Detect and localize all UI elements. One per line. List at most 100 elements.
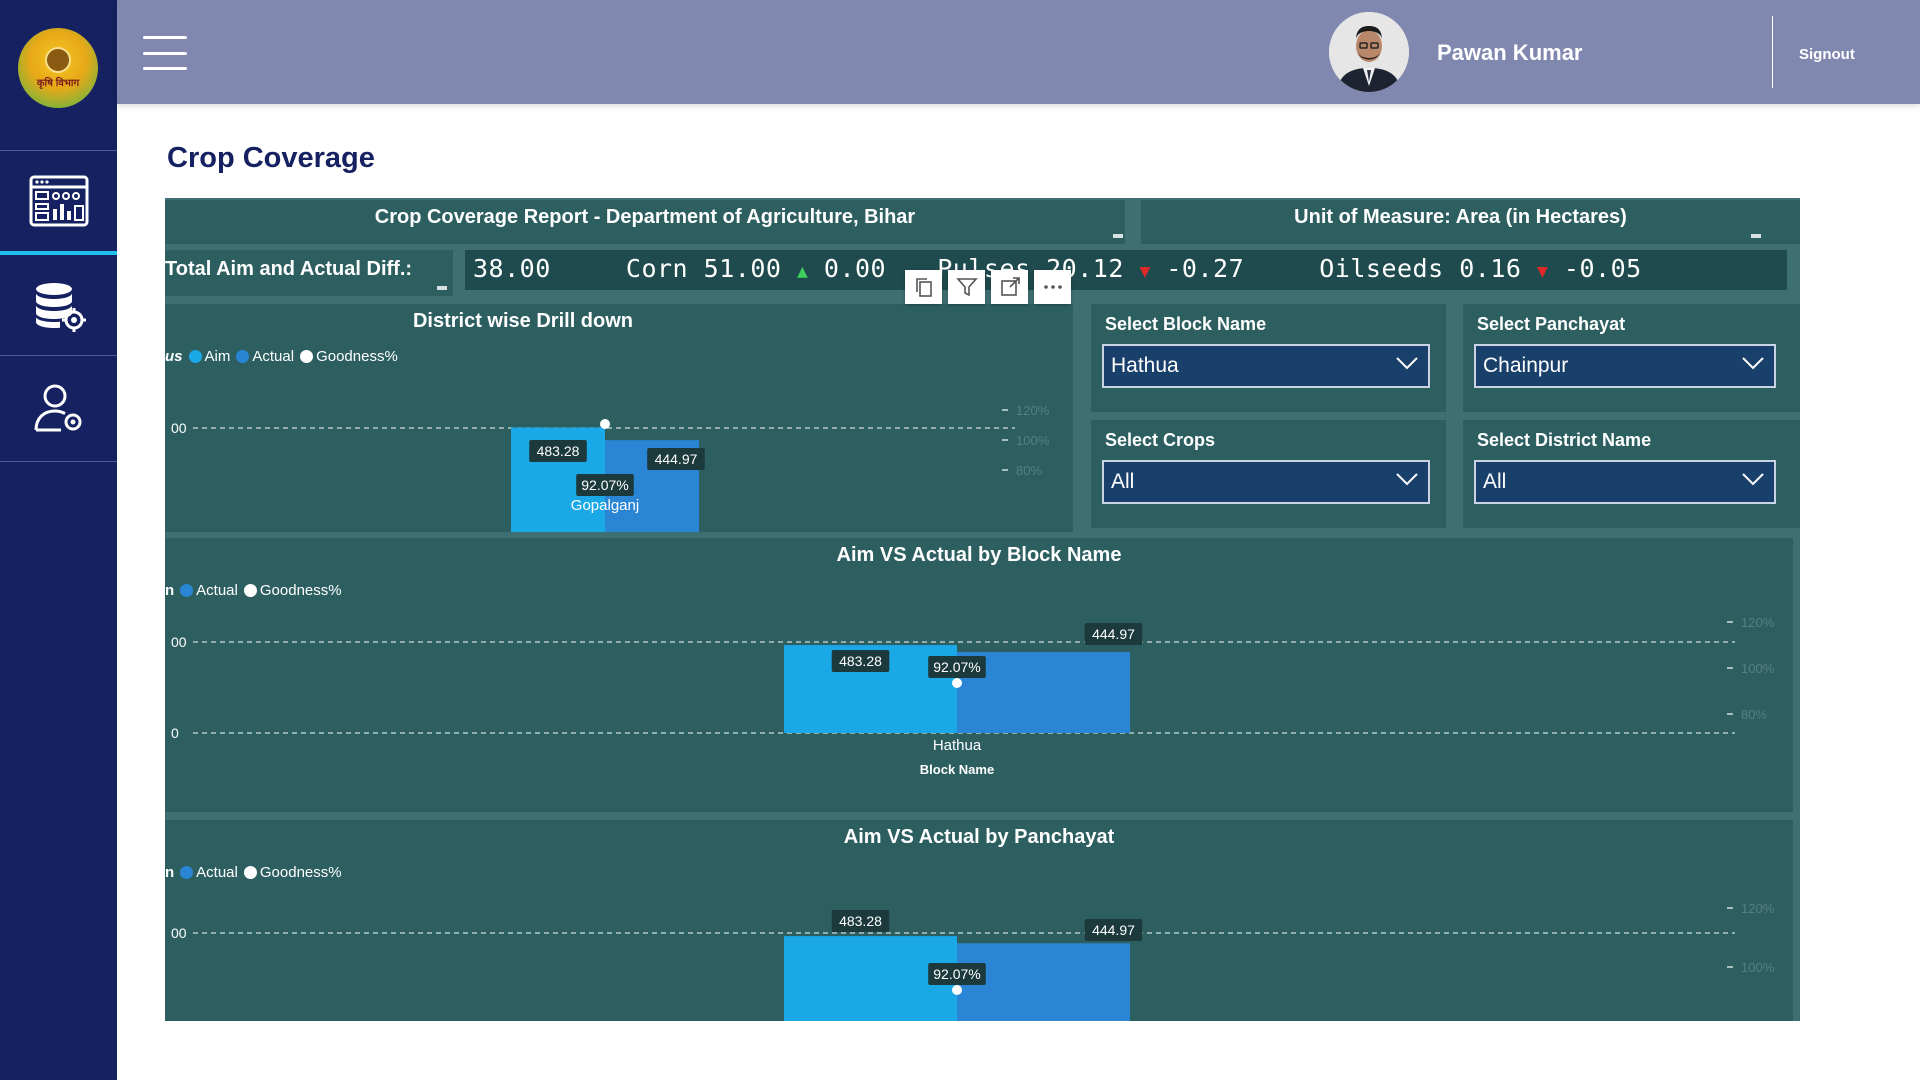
minimize-icon <box>1751 234 1761 238</box>
ticker-crop: Corn <box>625 254 689 283</box>
sidebar-item-user-settings[interactable] <box>0 357 117 459</box>
trend-up-icon: ▲ <box>797 261 809 282</box>
unit-label: Unit of Measure: Area (in Hectares) <box>1294 206 1627 228</box>
aim-data-label: 483.28 <box>537 443 580 459</box>
more-options-button[interactable] <box>1034 270 1071 304</box>
sidebar-item-data-settings[interactable] <box>0 255 117 357</box>
dropdown-value: All <box>1111 470 1135 493</box>
unit-tile: Unit of Measure: Area (in Hectares) <box>1141 200 1800 244</box>
minimize-icon <box>437 286 447 290</box>
sidebar: कृषि विभाग <box>0 0 117 1080</box>
hamburger-line <box>143 51 187 55</box>
top-bar: Pawan Kumar Signout <box>117 0 1920 104</box>
minimize-icon <box>1113 234 1123 238</box>
chevron-down-icon <box>1396 473 1418 486</box>
goodness-data-label: 92.07% <box>933 659 980 675</box>
focus-mode-button[interactable] <box>991 270 1028 304</box>
panchayat-slicer-tile: Select Panchayat Chainpur <box>1463 304 1800 412</box>
more-icon <box>1043 285 1062 289</box>
panchayat-chart-tile: Aim VS Actual by Panchayat n Actual Good… <box>165 820 1793 1021</box>
chevron-down-icon <box>1742 357 1764 370</box>
ticker-diff: -0.05 <box>1563 254 1642 283</box>
y2-tick-label: 120% <box>1016 403 1050 418</box>
y2-tick-label: 120% <box>1741 615 1775 630</box>
y-tick-label: 00 <box>171 420 187 436</box>
slicer-label: Select Panchayat <box>1477 314 1626 334</box>
y2-tick-label: 100% <box>1741 960 1775 975</box>
menu-toggle-button[interactable] <box>143 36 187 70</box>
chevron-down-icon <box>1396 357 1418 370</box>
crops-dropdown[interactable]: All <box>1102 460 1430 504</box>
panchayat-chart[interactable]: 00 120% 100% 483.28 444.97 92.07% <box>165 820 1793 1021</box>
aim-data-label: 483.28 <box>839 653 882 669</box>
y-tick-label: 00 <box>171 634 187 650</box>
district-slicer-tile: Select District Name All <box>1463 420 1800 528</box>
hamburger-line <box>143 67 187 70</box>
kpi-ticker: 38.00 Corn 51.00 ▲ 0.00 Pulses 20.12 ▼ -… <box>473 254 1793 286</box>
goodness-point <box>952 678 962 688</box>
actual-data-label: 444.97 <box>655 451 698 467</box>
ticker-value: 51.00 <box>703 254 782 283</box>
y2-tick-label: 100% <box>1016 433 1050 448</box>
crops-slicer-tile: Select Crops All <box>1091 420 1446 528</box>
sidebar-divider <box>0 355 117 356</box>
dashboard-icon <box>29 175 88 227</box>
x-category-label: Gopalganj <box>571 497 639 514</box>
block-chart[interactable]: 000120%100%80%483.28444.9792.07%HathuaBl… <box>165 538 1793 812</box>
goodness-point <box>600 419 610 429</box>
district-name-dropdown[interactable]: All <box>1474 460 1776 504</box>
y2-tick-label: 80% <box>1016 463 1042 478</box>
user-settings-icon <box>34 384 81 432</box>
slicer-label: Select District Name <box>1477 430 1652 450</box>
y2-tick-label: 80% <box>1741 707 1767 722</box>
logo-text: कृषि विभाग <box>36 78 80 89</box>
report-canvas: Crop Coverage Report - Department of Agr… <box>165 198 1800 1021</box>
kpi-label: Total Aim and Actual Diff.: <box>165 258 413 280</box>
ticker-crop: Oilseeds <box>1319 254 1444 283</box>
dropdown-value: All <box>1483 470 1507 493</box>
header-divider <box>1772 16 1773 88</box>
block-slicer-tile: Select Block Name Hathua <box>1091 304 1446 412</box>
trend-down-icon: ▼ <box>1537 261 1549 282</box>
block-name-dropdown[interactable]: Hathua <box>1102 344 1430 388</box>
dropdown-value: Chainpur <box>1483 354 1569 377</box>
copy-visual-button[interactable] <box>905 270 942 304</box>
y-tick-label: 00 <box>171 925 187 941</box>
user-name: Pawan Kumar <box>1437 40 1583 65</box>
actual-data-label: 444.97 <box>1092 626 1135 642</box>
slicer-label: Select Block Name <box>1105 314 1267 334</box>
ticker-value: 38.00 <box>473 254 551 283</box>
goodness-data-label: 92.07% <box>933 966 980 982</box>
chevron-down-icon <box>1742 473 1764 486</box>
actual-data-label: 444.97 <box>1092 922 1135 938</box>
report-title: Crop Coverage Report - Department of Agr… <box>374 206 916 228</box>
y-tick-label: 0 <box>171 725 179 741</box>
district-chart[interactable]: 000120%100%80%483.28444.9792.07%Gopalgan… <box>165 304 1073 532</box>
aim-data-label: 483.28 <box>839 913 882 929</box>
x-category-label: Hathua <box>933 737 982 754</box>
ticker-diff: 0.00 <box>823 254 887 283</box>
expand-icon <box>1000 277 1020 296</box>
panchayat-dropdown[interactable]: Chainpur <box>1474 344 1776 388</box>
department-logo[interactable]: कृषि विभाग <box>18 28 98 108</box>
page-title: Crop Coverage <box>167 142 375 174</box>
user-photo <box>1329 12 1409 92</box>
ticker-value: 0.16 <box>1459 254 1522 283</box>
y2-tick-label: 120% <box>1741 901 1775 916</box>
kpi-label-tile: Total Aim and Actual Diff.: <box>165 250 453 296</box>
emblem-icon <box>45 47 71 73</box>
signout-link[interactable]: Signout <box>1799 46 1855 63</box>
avatar[interactable] <box>1329 12 1409 92</box>
district-drilldown-tile: District wise Drill down us Aim Actual G… <box>165 304 1073 532</box>
sidebar-divider <box>0 461 117 462</box>
copy-icon <box>915 278 932 297</box>
slicer-label: Select Crops <box>1105 430 1216 450</box>
filter-button[interactable] <box>948 270 985 304</box>
hamburger-line <box>143 36 187 39</box>
filter-icon <box>955 278 978 297</box>
goodness-data-label: 92.07% <box>581 477 628 493</box>
sidebar-item-dashboard[interactable] <box>0 150 117 252</box>
dropdown-value: Hathua <box>1111 354 1179 377</box>
ticker-tile: 38.00 Corn 51.00 ▲ 0.00 Pulses 20.12 ▼ -… <box>465 250 1787 290</box>
report-title-tile: Crop Coverage Report - Department of Agr… <box>165 200 1125 244</box>
